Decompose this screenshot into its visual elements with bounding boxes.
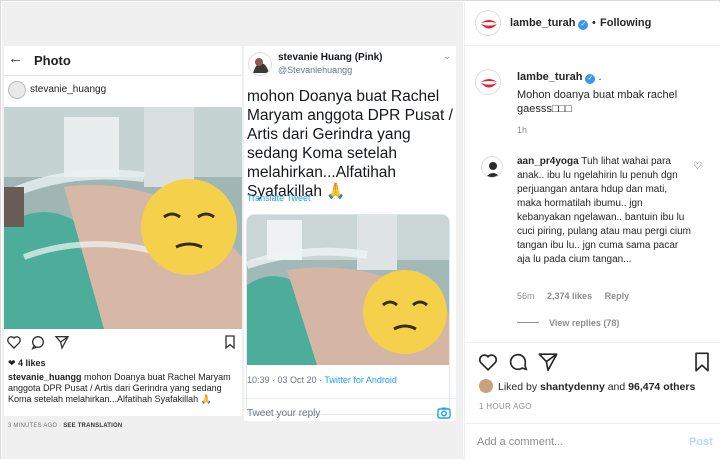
comment-time[interactable]: 56m [517, 291, 535, 301]
caption-timestamp[interactable]: 1h [517, 125, 527, 135]
tweet-meta: 10:39 · 03 Oct 20 · Twitter for Android [247, 375, 397, 385]
caption-username: stevanie_huangg [8, 372, 82, 382]
comment-username[interactable]: aan_pr4yoga [517, 156, 579, 167]
caption-username[interactable]: lambe_turah ✓ . [517, 71, 602, 84]
view-replies-label[interactable]: View replies (78) [549, 318, 619, 328]
add-comment-bar: Post [465, 423, 720, 459]
tweet-photo-image [247, 215, 449, 365]
view-replies-divider [517, 322, 539, 323]
chevron-down-icon: ⌄ [443, 51, 452, 62]
caption-username-text[interactable]: lambe_turah [517, 71, 582, 83]
comment-icon[interactable] [507, 351, 529, 373]
view-replies-button[interactable]: View replies (78) [517, 318, 619, 328]
comment-text: Tuh lihat wahai para anak.. ibu lu ngela… [517, 156, 691, 265]
liked-by-middle: and [604, 381, 629, 393]
twitter-screenshot: stevanie Huang (Pink) @Stevaniehuangg ⌄ … [244, 46, 456, 421]
avatar[interactable] [475, 10, 501, 36]
verified-badge-icon: ✓ [578, 20, 589, 30]
comment-text-block: aan_pr4yoga Tuh lihat wahai para anak.. … [517, 155, 693, 267]
tweet-reply-placeholder: Tweet your reply [247, 408, 321, 419]
tweet-client: Twitter for Android [324, 375, 397, 385]
following-button[interactable]: Following [600, 17, 651, 29]
bookmark-icon[interactable] [691, 351, 713, 373]
heart-icon [7, 336, 21, 349]
post-sidebar: lambe_turah ✓ • Following lambe_turah ✓ . … [464, 2, 720, 459]
twitter-avatar [248, 52, 272, 76]
instagram-username: stevanie_huangg [30, 84, 107, 95]
twitter-display-name: stevanie Huang (Pink) [278, 52, 383, 63]
instagram-topbar: ← Photo [4, 46, 242, 76]
comment-likes[interactable]: 2,374 likes [547, 291, 592, 301]
share-icon[interactable] [537, 351, 559, 373]
hospital-photo-image [4, 107, 242, 329]
bookmark-icon [225, 335, 235, 350]
translate-tweet-link: Translate Tweet [247, 193, 311, 203]
instagram-caption: stevanie_huangg mohon Doanya buat Rachel… [8, 372, 240, 405]
back-arrow-icon: ← [8, 50, 23, 67]
reply-button[interactable]: Reply [605, 291, 630, 301]
avatar [8, 81, 26, 99]
heart-icon[interactable] [477, 351, 499, 373]
post-header: lambe_turah ✓ • Following [465, 2, 720, 46]
caption-dot: . [598, 71, 602, 83]
instagram-screen-title: Photo [34, 53, 71, 68]
instagram-actions [4, 333, 242, 353]
instagram-timestamp: 3 MINUTES AGO · SEE TRANSLATION [8, 423, 123, 429]
instagram-screenshot: ← Photo stevanie_huangg ❤ 4 likes stevan… [4, 46, 242, 429]
caption-text: Mohon doanya buat mbak rachel gaesss□□□ [517, 89, 678, 115]
share-icon [54, 336, 70, 350]
post-comment-button[interactable]: Post [689, 436, 713, 448]
header-username-text[interactable]: lambe_turah [510, 17, 575, 29]
comment-icon [31, 336, 44, 350]
twitter-handle: @Stevaniehuangg [278, 65, 353, 75]
verified-badge-icon: ✓ [585, 74, 596, 84]
avatar[interactable] [481, 156, 503, 178]
comment-meta: 56m 2,374 likes Reply [517, 291, 629, 301]
instagram-post-header: stevanie_huangg [4, 78, 242, 106]
hospital-photo [4, 107, 242, 329]
post-media[interactable]: ← Photo stevanie_huangg ❤ 4 likes stevan… [2, 2, 463, 459]
liked-by-prefix: Liked by [498, 381, 541, 393]
tweet-time: 10:39 · 03 Oct 20 · [247, 375, 325, 385]
liked-by-user[interactable]: shantydenny [540, 381, 605, 393]
liked-by-others[interactable]: 96,474 others [628, 381, 695, 393]
see-translation: SEE TRANSLATION [63, 423, 123, 429]
tweet-text: mohon Doanya buat Rachel Maryam anggota … [247, 88, 453, 200]
instagram-time-label: 3 MINUTES AGO [8, 423, 58, 429]
header-dot: • [592, 17, 596, 29]
add-comment-input[interactable] [477, 432, 677, 452]
instagram-likes: ❤ 4 likes [8, 358, 46, 368]
tweet-reply-box: Tweet your reply [244, 398, 456, 428]
liked-by: Liked by shantydenny and 96,474 others [479, 379, 695, 393]
post-actions [465, 342, 720, 382]
post-age[interactable]: 1 HOUR AGO [479, 402, 532, 411]
camera-icon [437, 407, 451, 419]
header-username[interactable]: lambe_turah ✓ [510, 17, 589, 30]
avatar[interactable] [475, 69, 501, 95]
post-modal: ← Photo stevanie_huangg ❤ 4 likes stevan… [0, 0, 720, 459]
avatar [479, 379, 493, 393]
comment-like-heart-icon[interactable]: ♡ [693, 161, 702, 172]
